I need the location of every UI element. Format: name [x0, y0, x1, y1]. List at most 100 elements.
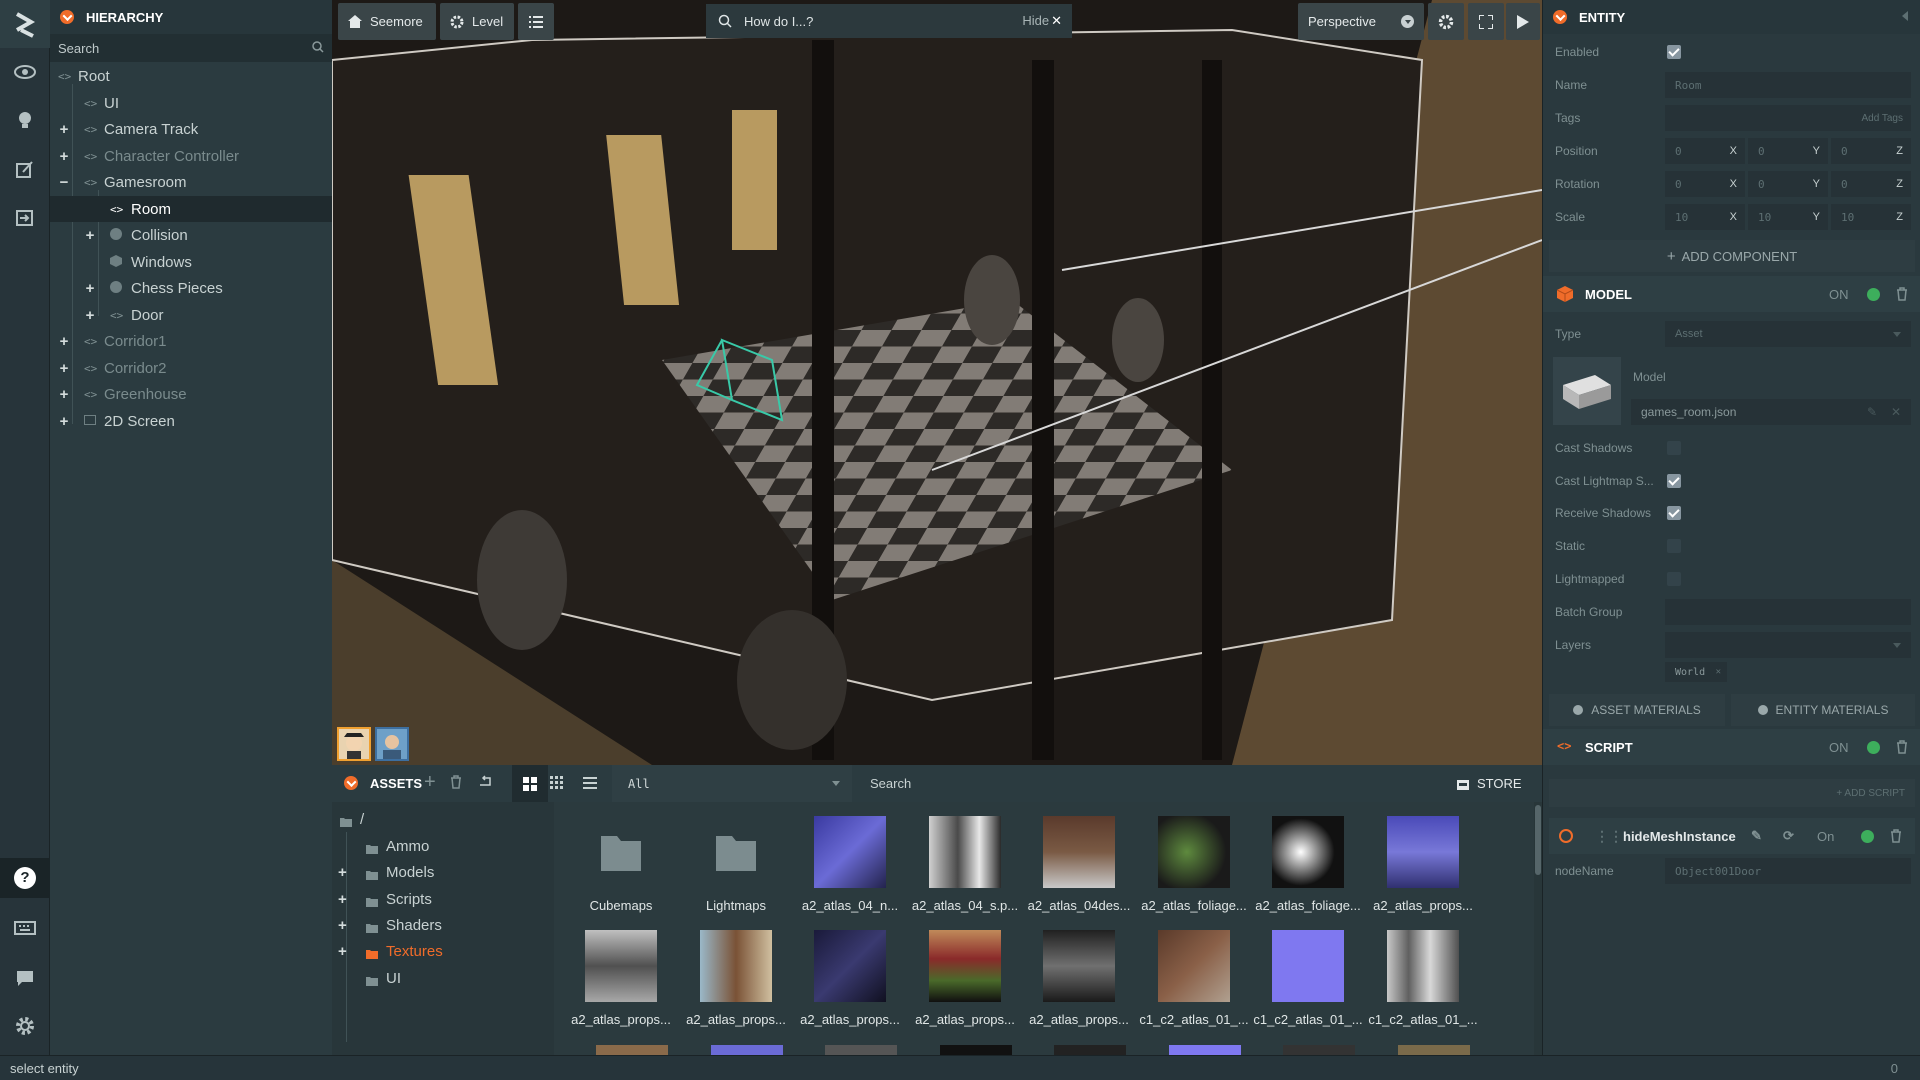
nodename-field[interactable]: Object001Door: [1665, 858, 1911, 884]
settings-gear-icon[interactable]: [0, 1006, 50, 1046]
hierarchy-item-corridor2[interactable]: + <> Corridor2: [50, 355, 332, 381]
level-button[interactable]: Level: [440, 3, 514, 40]
expand-icon[interactable]: +: [338, 917, 347, 934]
delete-icon[interactable]: [1896, 287, 1908, 304]
type-dropdown[interactable]: Asset: [1665, 321, 1911, 347]
asset-tile[interactable]: c1_c2_atlas_01_...: [1253, 930, 1363, 1027]
asset-tile[interactable]: c1_c2_atlas_01_...: [1139, 930, 1249, 1027]
seemore-button[interactable]: Seemore: [338, 3, 436, 40]
edit-icon[interactable]: [0, 150, 50, 190]
expand-icon[interactable]: +: [58, 148, 70, 165]
tags-field[interactable]: Add Tags: [1665, 105, 1911, 131]
entity-materials-button[interactable]: ENTITY MATERIALS: [1731, 694, 1915, 726]
hierarchy-item-ui[interactable]: <> UI: [50, 90, 332, 116]
scene-viewport[interactable]: Seemore Level How do I...? Hide ✕ Perspec…: [332, 0, 1542, 765]
model-toggle[interactable]: [1867, 288, 1880, 301]
position-y-field[interactable]: 0Y: [1748, 138, 1828, 164]
expand-icon[interactable]: +: [58, 386, 70, 403]
asset-tile[interactable]: a2_atlas_04_s.p...: [910, 816, 1020, 913]
store-button[interactable]: STORE: [1457, 769, 1532, 798]
delete-icon[interactable]: [1890, 829, 1902, 846]
viewport-settings-button[interactable]: [1428, 3, 1464, 40]
asset-tile[interactable]: a2_atlas_foliage...: [1139, 816, 1249, 913]
asset-tile[interactable]: c1_c2_atlas_01_...: [1368, 930, 1478, 1027]
lightbulb-icon[interactable]: [0, 100, 50, 140]
howdoi-search-input[interactable]: How do I...? Hide ✕: [706, 4, 1072, 38]
hierarchy-item-door[interactable]: + <> Door: [50, 302, 332, 328]
rotation-x-field[interactable]: 0X: [1665, 171, 1745, 197]
asset-tile[interactable]: a2_atlas_foliage...: [1253, 816, 1363, 913]
enabled-checkbox[interactable]: [1667, 45, 1681, 59]
expand-icon[interactable]: +: [338, 864, 347, 881]
collapse-icon[interactable]: [344, 776, 358, 790]
expand-icon[interactable]: +: [338, 943, 347, 960]
collaborator-avatar[interactable]: [375, 727, 409, 761]
list-view-icon[interactable]: [583, 776, 597, 792]
batch-group-dropdown[interactable]: [1665, 599, 1911, 625]
help-icon[interactable]: ?: [0, 858, 50, 898]
collapse-icon[interactable]: −: [58, 174, 70, 191]
position-x-field[interactable]: 0X: [1665, 138, 1745, 164]
rotation-z-field[interactable]: 0Z: [1831, 171, 1911, 197]
expand-icon[interactable]: +: [84, 227, 96, 244]
eye-icon[interactable]: [0, 52, 50, 92]
asset-tile[interactable]: a2_atlas_04des...: [1024, 816, 1134, 913]
name-field[interactable]: Room: [1665, 72, 1911, 98]
scale-z-field[interactable]: 10 Z: [1831, 204, 1911, 230]
hierarchy-item-2d-screen[interactable]: + 2D Screen: [50, 408, 332, 434]
model-asset-thumbnail[interactable]: [1553, 357, 1621, 425]
position-z-field[interactable]: 0Z: [1831, 138, 1911, 164]
hierarchy-item-room[interactable]: <> Room: [50, 196, 332, 222]
folder-item[interactable]: + Scripts: [332, 886, 552, 912]
expand-icon[interactable]: +: [58, 360, 70, 377]
chat-icon[interactable]: [0, 958, 50, 998]
drag-handle-icon[interactable]: ⋮⋮: [1595, 828, 1623, 845]
script-instance-toggle[interactable]: [1861, 830, 1874, 843]
keyboard-icon[interactable]: [0, 908, 50, 948]
expand-icon[interactable]: +: [84, 280, 96, 297]
scale-y-field[interactable]: 10 Y: [1748, 204, 1828, 230]
hide-button[interactable]: Hide ✕: [1022, 13, 1062, 29]
asset-tile[interactable]: a2_atlas_props...: [1024, 930, 1134, 1027]
publish-icon[interactable]: [0, 198, 50, 238]
collapse-icon[interactable]: [1553, 10, 1567, 24]
asset-tile[interactable]: a2_atlas_props...: [910, 930, 1020, 1027]
chevron-left-icon[interactable]: [1902, 11, 1908, 21]
hierarchy-item-collision[interactable]: + Collision: [50, 222, 332, 248]
hierarchy-item-corridor1[interactable]: + <> Corridor1: [50, 328, 332, 354]
add-component-button[interactable]: + ADD COMPONENT: [1549, 240, 1915, 272]
hierarchy-item-camera-track[interactable]: + <> Camera Track: [50, 116, 332, 142]
asset-tile[interactable]: a2_atlas_props...: [1368, 816, 1478, 913]
expand-icon[interactable]: +: [58, 333, 70, 350]
folder-item[interactable]: Ammo: [332, 833, 552, 859]
playcanvas-logo-icon[interactable]: [0, 0, 50, 48]
add-asset-icon[interactable]: +: [424, 771, 436, 794]
hierarchy-item-greenhouse[interactable]: + <> Greenhouse: [50, 381, 332, 407]
model-asset-field[interactable]: games_room.json ✎ ✕: [1631, 399, 1911, 425]
lightmapped-checkbox[interactable]: [1667, 572, 1681, 586]
back-arrow-icon[interactable]: [478, 775, 492, 792]
hierarchy-item-root[interactable]: <> Root: [50, 63, 332, 89]
asset-filter-dropdown[interactable]: All: [612, 765, 852, 802]
delete-icon[interactable]: [1896, 740, 1908, 757]
receive-shadows-checkbox[interactable]: [1667, 506, 1681, 520]
layer-tag-world[interactable]: World ✕: [1665, 662, 1727, 682]
hierarchy-item-windows[interactable]: Windows: [50, 249, 332, 275]
cast-lightmap-checkbox[interactable]: [1667, 474, 1681, 488]
asset-tile[interactable]: Lightmaps: [681, 816, 791, 913]
expand-icon[interactable]: +: [58, 121, 70, 138]
add-script-button[interactable]: + ADD SCRIPT: [1549, 779, 1915, 807]
folder-item[interactable]: + Models: [332, 859, 552, 885]
pencil-icon[interactable]: ✎: [1867, 405, 1877, 419]
rotation-y-field[interactable]: 0Y: [1748, 171, 1828, 197]
asset-materials-button[interactable]: ASSET MATERIALS: [1549, 694, 1725, 726]
expand-icon[interactable]: +: [58, 413, 70, 430]
asset-tile[interactable]: a2_atlas_props...: [681, 930, 791, 1027]
edit-script-icon[interactable]: ✎: [1751, 828, 1762, 844]
cast-shadows-checkbox[interactable]: [1667, 441, 1681, 455]
hierarchy-item-chess-pieces[interactable]: + Chess Pieces: [50, 275, 332, 301]
hierarchy-search-input[interactable]: Search: [50, 34, 332, 62]
asset-tile[interactable]: a2_atlas_props...: [566, 930, 676, 1027]
asset-tile[interactable]: Cubemaps: [566, 816, 676, 913]
close-icon[interactable]: ✕: [1716, 667, 1721, 677]
